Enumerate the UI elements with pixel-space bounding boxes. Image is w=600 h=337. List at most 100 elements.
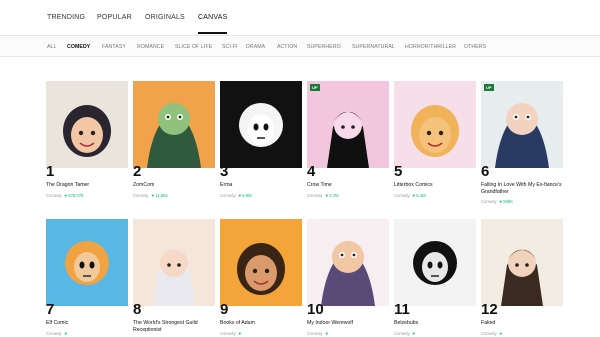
cover-art [394,81,476,168]
comic-rank: 7 [46,301,55,318]
comic-meta: Comedy ♥ [481,331,502,336]
genre-supernatural[interactable]: SUPERNATURAL [352,44,395,50]
comic-card[interactable]: UP 4 Crow Time Comedy ♥ 3.7M [307,81,389,199]
comic-rank: 6 [481,163,490,180]
comic-meta: Comedy ♥ 6.9M [220,193,252,198]
comic-card[interactable]: 11 Belzebubs Comedy ♥ [394,219,476,337]
comic-card[interactable]: 5 Litterbox Comics Comedy ♥ 5.4M [394,81,476,199]
update-badge: UP [484,84,494,91]
comic-thumbnail[interactable] [394,81,476,168]
comic-meta: Comedy ♥ 676,078 [46,193,83,198]
comic-likes: 6.9M [242,193,252,198]
comic-likes: 506K [503,199,514,204]
comic-title[interactable]: Faked [481,320,563,327]
heart-icon: ♥ [499,331,503,336]
comic-genre: Comedy [220,193,236,198]
comic-card[interactable]: 10 My Indoor Werewolf Comedy ♥ [307,219,389,337]
comic-card[interactable]: 1 The Dragon Tamer Comedy ♥ 676,078 [46,81,128,199]
comic-thumbnail[interactable] [307,219,389,306]
tab-trending[interactable]: TRENDING [47,14,85,21]
comic-meta: Comedy ♥ [394,331,415,336]
comic-title[interactable]: Falling In Love With My Ex-fiance's Gran… [481,182,563,195]
cover-art [307,219,389,306]
comic-thumbnail[interactable]: UP [481,81,563,168]
genre-all[interactable]: ALL [47,44,57,50]
comic-title[interactable]: The Dragon Tamer [46,182,128,189]
cover-art [46,81,128,168]
comic-card[interactable]: 3 Erma Comedy ♥ 6.9M [220,81,302,199]
comic-card[interactable]: 8 The World's Strongest Guild Receptionis… [133,219,215,337]
genre-comedy[interactable]: COMEDY [67,44,90,50]
comic-rank: 12 [481,301,498,318]
comic-thumbnail[interactable] [46,219,128,306]
update-badge: UP [310,84,320,91]
genre-slice-of-life[interactable]: SLICE OF LIFE [175,44,212,50]
comic-title[interactable]: Erma [220,182,302,189]
comic-thumbnail[interactable]: UP [307,81,389,168]
comic-genre: Comedy [220,331,236,336]
genre-fantasy[interactable]: FANTASY [102,44,126,50]
comic-thumbnail[interactable] [481,219,563,306]
comic-likes: 676,078 [68,193,84,198]
tab-canvas[interactable]: CANVAS [198,14,228,34]
genre-romance[interactable]: ROMANCE [137,44,164,50]
comic-rank: 2 [133,163,142,180]
comic-genre: Comedy [394,193,410,198]
comic-rank: 8 [133,301,142,318]
comic-title[interactable]: My Indoor Werewolf [307,320,389,327]
comic-thumbnail[interactable] [133,81,215,168]
comic-genre: Comedy [133,193,149,198]
comic-title[interactable]: The World's Strongest Guild Receptionist [133,320,215,333]
comic-rank: 9 [220,301,229,318]
comic-card[interactable]: UP 6 Falling In Love With My Ex-fiance's G… [481,81,563,204]
comic-rank: 11 [394,301,410,318]
comic-rank: 1 [46,163,55,180]
comic-thumbnail[interactable] [220,81,302,168]
cover-art [394,219,476,306]
cover-art [481,219,563,306]
comic-meta: Comedy ♥ [46,331,67,336]
comic-genre: Comedy [481,331,497,336]
comic-rank: 4 [307,163,316,180]
comic-title[interactable]: Belzebubs [394,320,476,327]
genre-filter-bar: ALL COMEDY FANTASY ROMANCE SLICE OF LIFE SCI-… [0,37,600,57]
comic-title[interactable]: Elf Comic [46,320,128,327]
comic-title[interactable]: Books of Adam [220,320,302,327]
comic-meta: Comedy ♥ 5.4M [394,193,426,198]
comic-thumbnail[interactable] [133,219,215,306]
comic-meta: Comedy ♥ 11,664 [133,193,168,198]
comic-card[interactable]: 7 Elf Comic Comedy ♥ [46,219,128,337]
comic-thumbnail[interactable] [394,219,476,306]
comic-title[interactable]: ZomCom [133,182,215,189]
genre-superhero[interactable]: SUPERHERO [307,44,341,50]
genre-action[interactable]: ACTION [277,44,297,50]
tab-originals[interactable]: ORIGINALS [145,14,185,21]
genre-others[interactable]: OTHERS [464,44,486,50]
comic-genre: Comedy [307,193,323,198]
cover-art [46,219,128,306]
cover-art [220,81,302,168]
comic-genre: Comedy [481,199,497,204]
comic-meta: Comedy ♥ [307,331,328,336]
top-navigation: TRENDING POPULAR ORIGINALS CANVAS [0,0,600,36]
comic-card[interactable]: 9 Books of Adam Comedy ♥ [220,219,302,337]
genre-horror-thriller[interactable]: HORROR/THRILLER [405,44,456,50]
heart-icon: ♥ [412,331,416,336]
comic-rank: 3 [220,163,229,180]
genre-sci-fi[interactable]: SCI-FI [222,44,238,50]
comic-likes: 11,664 [155,193,168,198]
tab-popular[interactable]: POPULAR [97,14,132,21]
comic-title[interactable]: Litterbox Comics [394,182,476,189]
comic-meta: Comedy ♥ [220,331,241,336]
comic-title[interactable]: Crow Time [307,182,389,189]
comic-card[interactable]: 12 Faked Comedy ♥ [481,219,563,337]
comic-thumbnail[interactable] [46,81,128,168]
comic-genre: Comedy [46,331,62,336]
comic-rank: 10 [307,301,324,318]
comic-genre: Comedy [307,331,323,336]
comic-thumbnail[interactable] [220,219,302,306]
comic-genre: Comedy [46,193,62,198]
heart-icon: ♥ [64,331,68,336]
comic-card[interactable]: 2 ZomCom Comedy ♥ 11,664 [133,81,215,199]
genre-drama[interactable]: DRAMA [246,44,265,50]
